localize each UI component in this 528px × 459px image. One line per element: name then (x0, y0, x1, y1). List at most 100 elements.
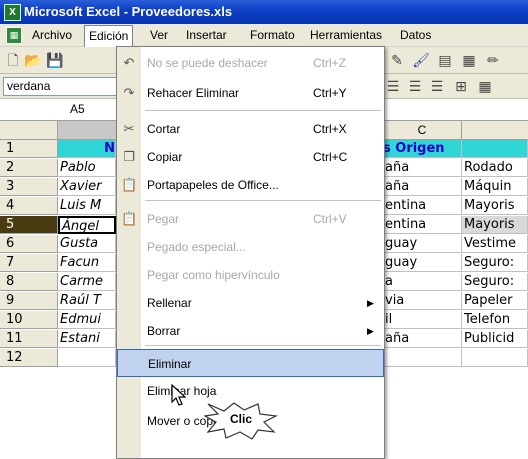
cell-d[interactable] (462, 349, 528, 367)
excel-app-icon[interactable]: X (4, 4, 21, 21)
cell-d[interactable]: Seguro: (462, 273, 528, 291)
column-header-a[interactable] (58, 121, 117, 140)
row-header[interactable]: 3 (0, 178, 58, 196)
row-header[interactable]: 7 (0, 254, 58, 272)
cell-c[interactable]: a (383, 273, 462, 291)
column-header-d[interactable] (462, 121, 528, 140)
menu-item-pegar[interactable]: 📋 Pegar Ctrl+V (117, 205, 384, 233)
row-header[interactable]: 6 (0, 235, 58, 253)
column-header-c[interactable]: C (383, 121, 462, 140)
brush-icon[interactable]: 🖌 (412, 51, 430, 69)
save-icon[interactable]: 💾 (46, 51, 64, 69)
menu-edicion[interactable]: Edición (84, 25, 134, 47)
row-header[interactable]: 10 (0, 311, 58, 329)
cell-a[interactable]: Estani (58, 330, 116, 348)
cell-d[interactable]: Mayoris (462, 197, 528, 215)
mouse-pointer-icon (171, 384, 187, 406)
font-name-box[interactable]: verdana (3, 77, 118, 96)
menu-item-eliminar-hoja[interactable]: Eliminar hoja (117, 377, 384, 405)
menu-item-label: Portapapeles de Office... (147, 178, 279, 192)
menu-item-portapapeles-de-office[interactable]: 📋 Portapapeles de Office... (117, 171, 384, 199)
menu-item-label: Rehacer Eliminar (147, 86, 240, 100)
menu-ver[interactable]: Ver (146, 27, 172, 43)
merge-center-icon[interactable]: ⊞ (452, 77, 470, 95)
cell-c[interactable]: via (383, 292, 462, 310)
row-header[interactable]: 8 (0, 273, 58, 291)
cell-a[interactable]: Gusta (58, 235, 116, 253)
workbook-icon[interactable]: ▦ (6, 27, 22, 44)
align-center-icon[interactable]: ☰ (384, 77, 402, 95)
cell-a[interactable]: Luis M (58, 197, 116, 215)
cell-d[interactable]: Mayoris (462, 216, 528, 234)
cell-c[interactable]: aña (383, 159, 462, 177)
submenu-arrow-icon: ▶ (367, 298, 374, 308)
menu-item-no-se-puede-deshacer[interactable]: ↶ No se puede deshacer Ctrl+Z (117, 49, 384, 77)
menu-item-cortar[interactable]: ✂ Cortar Ctrl+X (117, 115, 384, 143)
cell-d[interactable]: Papeler (462, 292, 528, 310)
cell-c[interactable]: s Origen (383, 140, 462, 158)
cell-a[interactable]: Facun (58, 254, 116, 272)
cell-c[interactable]: aña (383, 178, 462, 196)
new-document-icon[interactable]: 🗋 (4, 51, 22, 69)
menu-item-label: Copiar (147, 150, 183, 164)
calendar-icon[interactable]: ▦ (460, 51, 478, 69)
select-all-corner[interactable] (0, 121, 58, 140)
cell-a[interactable]: Xavier (58, 178, 116, 196)
menu-item-copiar[interactable]: ❐ Copiar Ctrl+C (117, 143, 384, 171)
currency-icon[interactable]: ▦ (476, 77, 494, 95)
cell-c[interactable]: aña (383, 330, 462, 348)
cell-a[interactable]: Edmui (58, 311, 116, 329)
menu-item-shortcut: Ctrl+Z (313, 56, 346, 70)
row-header[interactable]: 4 (0, 197, 58, 215)
menu-bar: ▦ Archivo Edición Ver Insertar Formato H… (0, 24, 528, 47)
cell-d[interactable]: Vestime (462, 235, 528, 253)
cell-a[interactable]: Carme (58, 273, 116, 291)
menu-herramientas[interactable]: Herramientas (306, 27, 386, 43)
cell-d[interactable]: Telefon (462, 311, 528, 329)
menu-separator (145, 200, 381, 201)
menu-item-label: Pegado especial... (147, 240, 246, 254)
cell-c[interactable]: guay (383, 235, 462, 253)
menu-item-pegar-como-hipervínculo[interactable]: Pegar como hipervínculo (117, 261, 384, 289)
cell-a[interactable]: Pablo (58, 159, 116, 177)
cell-a[interactable]: N (58, 140, 116, 158)
menu-item-label: Borrar (147, 324, 181, 338)
cell-c[interactable]: entina (383, 216, 462, 234)
cell-c[interactable]: entina (383, 197, 462, 215)
redo-icon: ↷ (123, 85, 135, 100)
cell-d[interactable]: Seguro: (462, 254, 528, 272)
menu-item-pegado-especial[interactable]: Pegado especial... (117, 233, 384, 261)
row-header[interactable]: 9 (0, 292, 58, 310)
cell-a[interactable]: Raúl T (58, 292, 116, 310)
menu-item-eliminar[interactable]: Eliminar (117, 349, 384, 377)
menu-item-borrar[interactable]: Borrar ▶ (117, 317, 384, 345)
row-header[interactable]: 11 (0, 330, 58, 348)
cell-c[interactable] (383, 349, 462, 367)
row-header[interactable]: 2 (0, 159, 58, 177)
cell-a[interactable] (58, 349, 116, 367)
menu-formato[interactable]: Formato (246, 27, 299, 43)
row-header[interactable]: 5 (0, 216, 58, 234)
justify-icon[interactable]: ☰ (428, 77, 446, 95)
menu-item-rehacer-eliminar[interactable]: ↷ Rehacer Eliminar Ctrl+Y (117, 79, 384, 107)
open-folder-icon[interactable]: 📂 (24, 51, 42, 69)
menu-datos[interactable]: Datos (396, 27, 435, 43)
cell-d[interactable]: Rodado (462, 159, 528, 177)
menu-item-label: No se puede deshacer (147, 56, 268, 70)
cell-d[interactable]: Publicid (462, 330, 528, 348)
menu-archivo[interactable]: Archivo (28, 27, 76, 43)
cell-d[interactable] (462, 140, 528, 158)
row-header[interactable]: 1 (0, 140, 58, 158)
menu-item-rellenar[interactable]: Rellenar ▶ (117, 289, 384, 317)
menu-insertar[interactable]: Insertar (182, 27, 231, 43)
align-right-icon[interactable]: ☰ (406, 77, 424, 95)
cell-a[interactable]: Ángel (58, 216, 116, 234)
pencil-icon[interactable]: ✏ (484, 51, 502, 69)
cell-c[interactable]: il (383, 311, 462, 329)
cell-c[interactable]: guay (383, 254, 462, 272)
chart-icon[interactable]: ▤ (436, 51, 454, 69)
fill-color-icon[interactable]: ✎ (388, 51, 406, 69)
name-box[interactable]: A5 (70, 101, 110, 117)
row-header[interactable]: 12 (0, 349, 58, 367)
cell-d[interactable]: Máquin (462, 178, 528, 196)
